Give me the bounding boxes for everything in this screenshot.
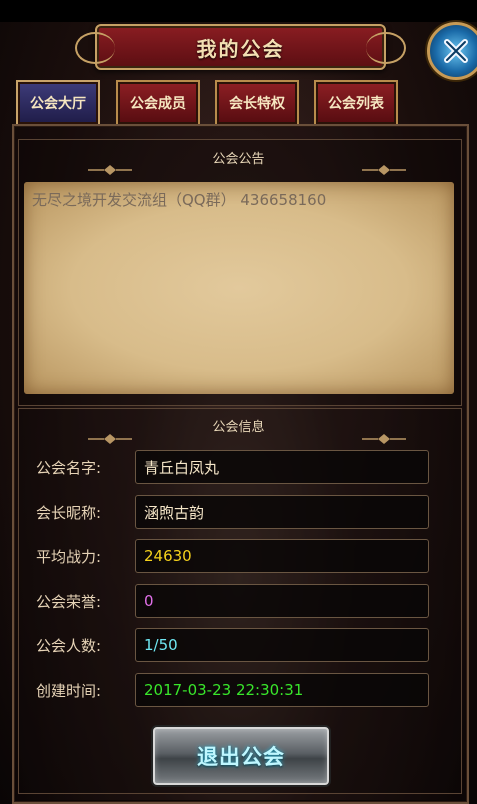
created-time-value: 2017-03-23 22:30:31	[135, 673, 429, 707]
guild-name-label: 公会名字:	[36, 459, 102, 477]
guild-honor-label: 公会荣誉:	[36, 593, 102, 611]
created-time-label: 创建时间:	[36, 682, 102, 700]
title-flourish-right	[366, 32, 406, 64]
exit-guild-label: 退出公会	[197, 745, 285, 769]
avg-power-label: 平均战力:	[36, 548, 102, 566]
guild-honor-value: 0	[135, 584, 429, 618]
tab-leader-privileges[interactable]: 会长特权	[215, 80, 299, 126]
ornament-divider-icon	[88, 434, 132, 444]
ornament-divider-icon	[88, 165, 132, 175]
ornament-divider-icon	[362, 434, 406, 444]
page-title: 我的公会	[196, 36, 285, 61]
leader-nickname-value: 涵煦古韵	[135, 495, 429, 529]
tab-guild-hall[interactable]: 公会大厅	[16, 80, 100, 126]
close-x-icon	[444, 39, 468, 63]
guild-name-value: 青丘白凤丸	[135, 450, 429, 484]
notice-parchment	[24, 182, 454, 394]
tab-guild-list[interactable]: 公会列表	[314, 80, 398, 126]
member-count-value: 1/50	[135, 628, 429, 662]
member-count-label: 公会人数:	[36, 637, 102, 655]
ornament-divider-icon	[362, 165, 406, 175]
close-button[interactable]	[427, 22, 477, 80]
avg-power-value: 24630	[135, 539, 429, 573]
exit-guild-button[interactable]: 退出公会	[153, 727, 329, 785]
status-bar	[0, 0, 477, 22]
tab-guild-members[interactable]: 公会成员	[116, 80, 200, 126]
notice-text: 无尽之境开发交流组（QQ群） 436658160	[32, 191, 327, 209]
leader-nickname-label: 会长昵称:	[36, 504, 102, 522]
title-plate: 我的公会	[75, 24, 406, 70]
title-flourish-left	[75, 32, 115, 64]
